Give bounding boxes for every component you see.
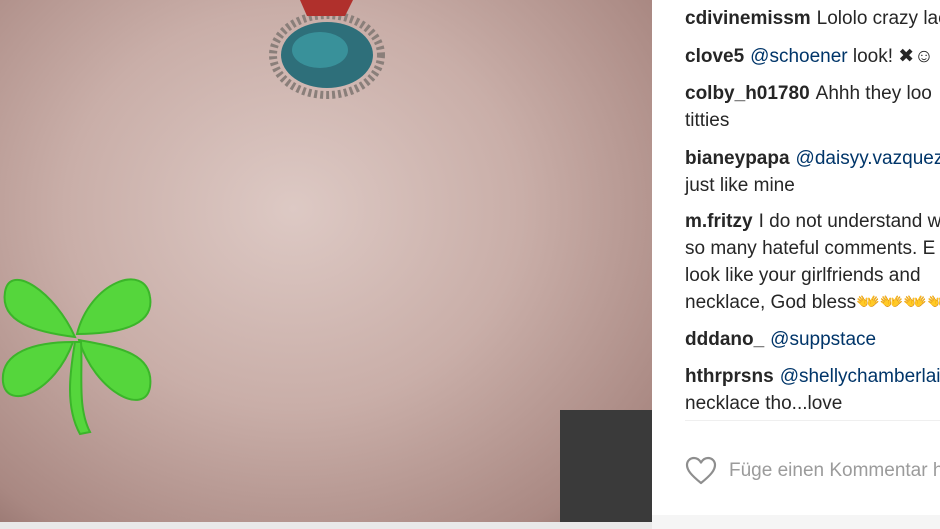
comment-username[interactable]: hthrprsns [685,366,774,387]
comment-username[interactable]: bianeypapa [685,148,790,169]
four-leaf-clover-icon [1,278,152,436]
comment-item: dddano_ @suppstace [685,326,940,353]
comment-text: so many hateful comments. E [685,238,936,259]
add-comment-bar [685,452,940,492]
comment-text: look! ✖☺ [852,46,934,67]
comment-item: colby_h01780 Ahhh they loo titties [685,80,940,134]
comment-text: just like mine [685,175,795,196]
comment-text: necklace tho...love [685,393,843,414]
comment-text: Lololo crazy lac [816,8,940,29]
comment-text: titties [685,110,730,131]
divider [685,420,940,421]
comment-item: hthrprsns @shellychamberlai necklace tho.… [685,363,940,417]
comment-text: Ahhh they loo [815,83,932,104]
pendant-necklace-icon [269,0,385,99]
comment-username[interactable]: dddano_ [685,329,764,350]
comment-item: clove5 @schoener look! ✖☺ [685,43,940,70]
comment-username[interactable]: m.fritzy [685,211,753,232]
add-comment-input[interactable] [729,456,940,486]
comment-item: m.fritzy I do not understand w so many ha… [685,208,940,316]
comment-text: look like your girlfriends and [685,265,921,286]
heart-icon[interactable] [685,456,717,486]
comment-text: necklace, God bless👐👐👐👐 [685,292,940,313]
comment-username[interactable]: colby_h01780 [685,83,810,104]
comment-mention[interactable]: @daisyy.vazquez [796,148,940,169]
comment-username[interactable]: cdivinemissm [685,8,811,29]
photo-background-area [560,410,652,522]
comment-item: bianeypapa @daisyy.vazquez just like mine [685,145,940,199]
post-photo [0,0,652,529]
bottom-strip [652,515,940,529]
comment-mention[interactable]: @schoener [750,46,847,67]
comments-sidebar: cdivinemissm Lololo crazy lac clove5 @scho… [652,0,940,529]
comment-text: I do not understand w [758,211,940,232]
comment-username[interactable]: clove5 [685,46,744,67]
photo-bottom-bar [0,522,652,529]
comment-mention[interactable]: @suppstace [770,329,876,350]
comment-mention[interactable]: @shellychamberlai [780,366,940,387]
comment-item: cdivinemissm Lololo crazy lac [685,5,940,32]
